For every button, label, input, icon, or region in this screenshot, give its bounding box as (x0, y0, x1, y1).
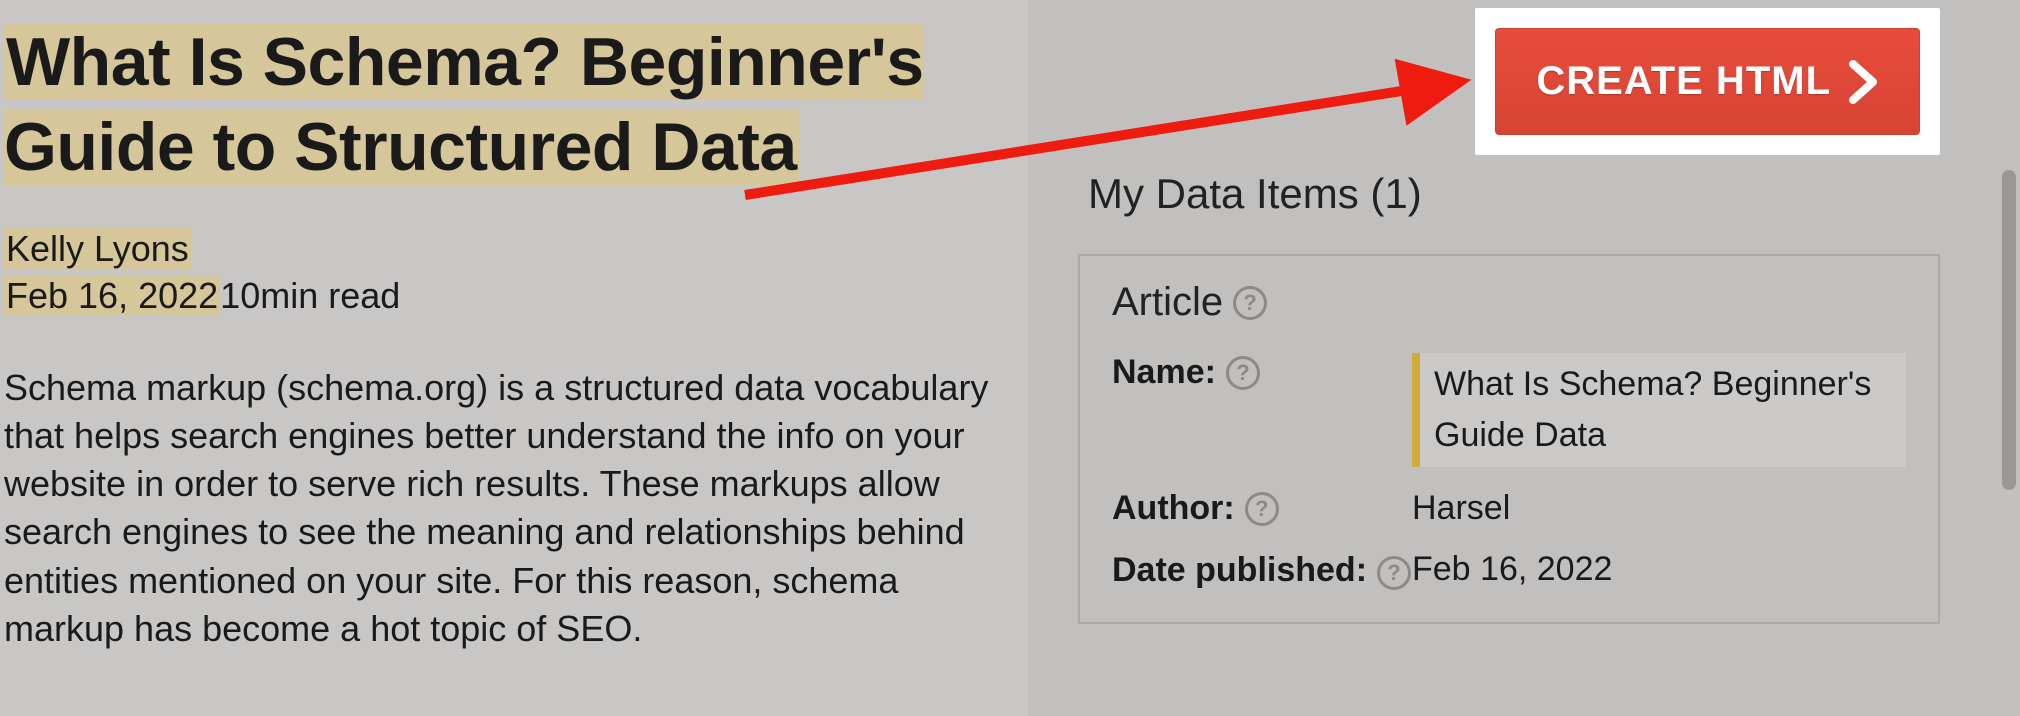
create-html-label: CREATE HTML (1536, 59, 1831, 104)
field-label-date-published: Date published: (1112, 551, 1367, 590)
help-icon[interactable]: ? (1233, 286, 1267, 320)
structured-data-panel: CREATE HTML My Data Items (1) Article ? … (1028, 0, 2020, 716)
panel-title: My Data Items (1) (1078, 170, 1940, 218)
help-icon[interactable]: ? (1226, 356, 1260, 390)
chevron-right-icon (1849, 60, 1879, 104)
field-row-name: Name: ? What Is Schema? Beginner's Guide… (1112, 353, 1906, 467)
field-value-date-published[interactable]: Feb 16, 2022 (1412, 550, 1906, 589)
scrollbar-thumb[interactable] (2002, 170, 2016, 490)
field-value-author[interactable]: Harsel (1412, 489, 1906, 528)
article-read-time: 10min read (220, 275, 400, 316)
article-title: What Is Schema? Beginner's Guide to Stru… (4, 20, 1019, 190)
article-card: Article ? Name: ? What Is Schema? Beginn… (1078, 254, 1940, 624)
article-meta: Kelly Lyons Feb 16, 202210min read (4, 226, 1019, 320)
field-label-name: Name: (1112, 353, 1216, 392)
annotation-arrow-head (1395, 46, 1478, 125)
article-preview-panel: What Is Schema? Beginner's Guide to Stru… (0, 0, 1025, 716)
article-body: Schema markup (schema.org) is a structur… (4, 364, 1004, 653)
field-row-date-published: Date published: ? Feb 16, 2022 (1112, 550, 1906, 590)
help-icon[interactable]: ? (1377, 556, 1411, 590)
field-row-author: Author: ? Harsel (1112, 489, 1906, 528)
field-value-name[interactable]: What Is Schema? Beginner's Guide Data (1412, 353, 1906, 467)
data-items-panel: My Data Items (1) Article ? Name: ? What… (1078, 170, 1940, 716)
field-label-author: Author: (1112, 489, 1235, 528)
create-html-button-frame: CREATE HTML (1475, 8, 1940, 155)
article-author: Kelly Lyons (4, 228, 191, 269)
card-type: Article (1112, 280, 1223, 325)
create-html-button[interactable]: CREATE HTML (1495, 28, 1920, 135)
help-icon[interactable]: ? (1245, 492, 1279, 526)
article-date: Feb 16, 2022 (4, 275, 220, 316)
